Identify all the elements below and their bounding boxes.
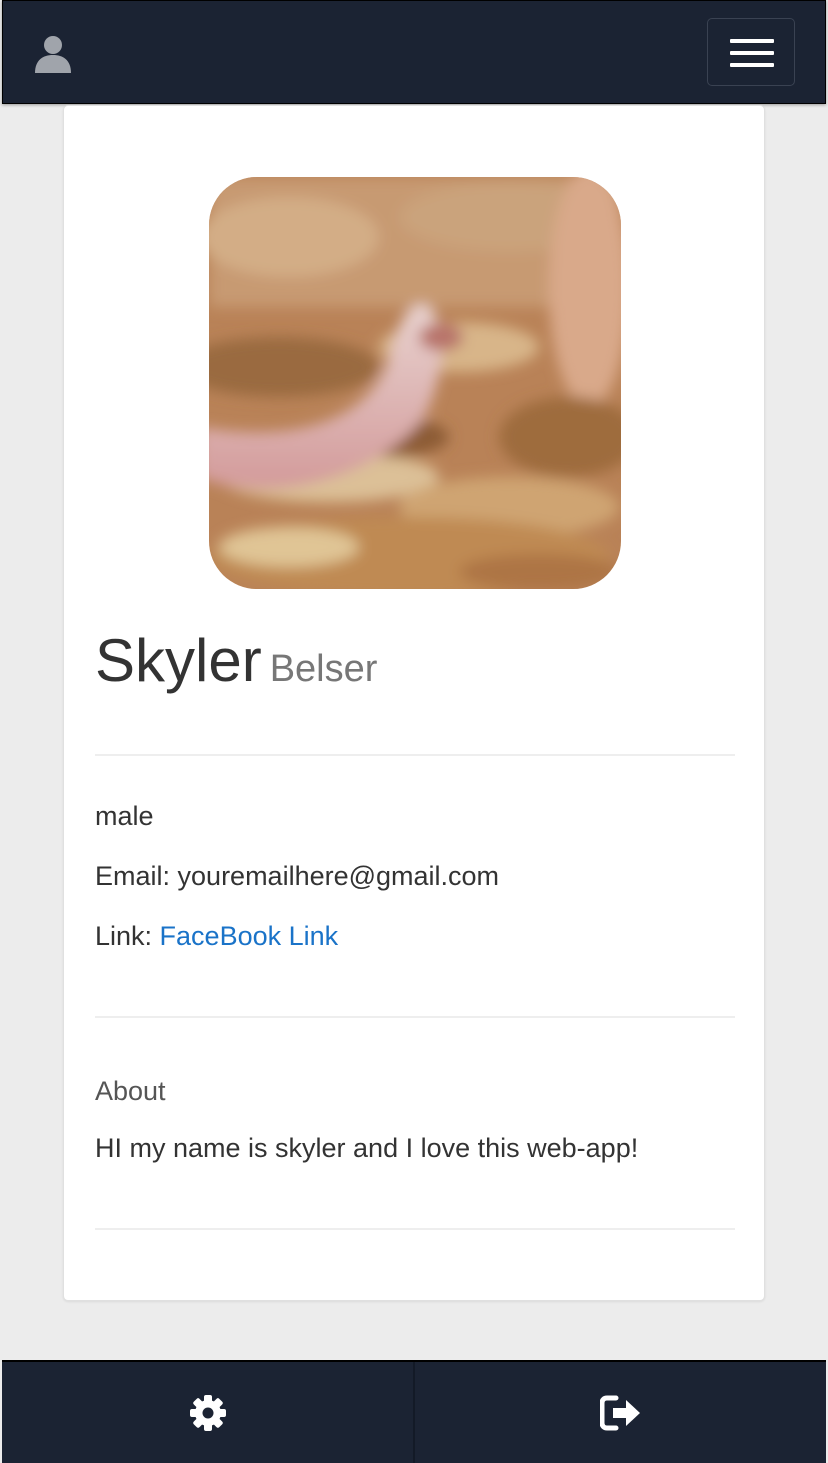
bottom-toolbar [2,1360,826,1463]
facebook-link[interactable]: FaceBook Link [160,921,339,951]
profile-avatar [209,177,621,589]
settings-button[interactable] [2,1362,413,1463]
hamburger-menu-icon [730,39,774,43]
link-label: Link: [95,921,160,951]
about-text: HI my name is skyler and I love this web… [95,1133,639,1163]
profile-card: Skyler Belser male Email: youremailhere@g… [63,105,765,1301]
logout-button[interactable] [413,1362,826,1463]
email-row: Email: youremailhere@gmail.com [95,861,499,892]
top-navbar [2,0,826,104]
divider [95,1228,735,1230]
link-row: Link: FaceBook Link [95,921,338,952]
gear-icon [189,1394,226,1431]
first-name: Skyler [95,627,262,694]
menu-toggle-button[interactable] [707,18,795,86]
hamburger-menu-icon-bar [730,63,774,67]
email-label: Email: [95,861,178,891]
hamburger-menu-icon-bar [730,51,774,55]
divider [95,754,735,756]
profile-name: Skyler Belser [95,626,377,695]
email-value: youremailhere@gmail.com [177,861,500,891]
divider [95,1016,735,1018]
gender-text: male [95,801,154,831]
user-icon[interactable] [33,33,73,73]
last-name: Belser [269,648,378,690]
logout-icon [599,1395,640,1430]
about-heading: About [95,1076,166,1106]
